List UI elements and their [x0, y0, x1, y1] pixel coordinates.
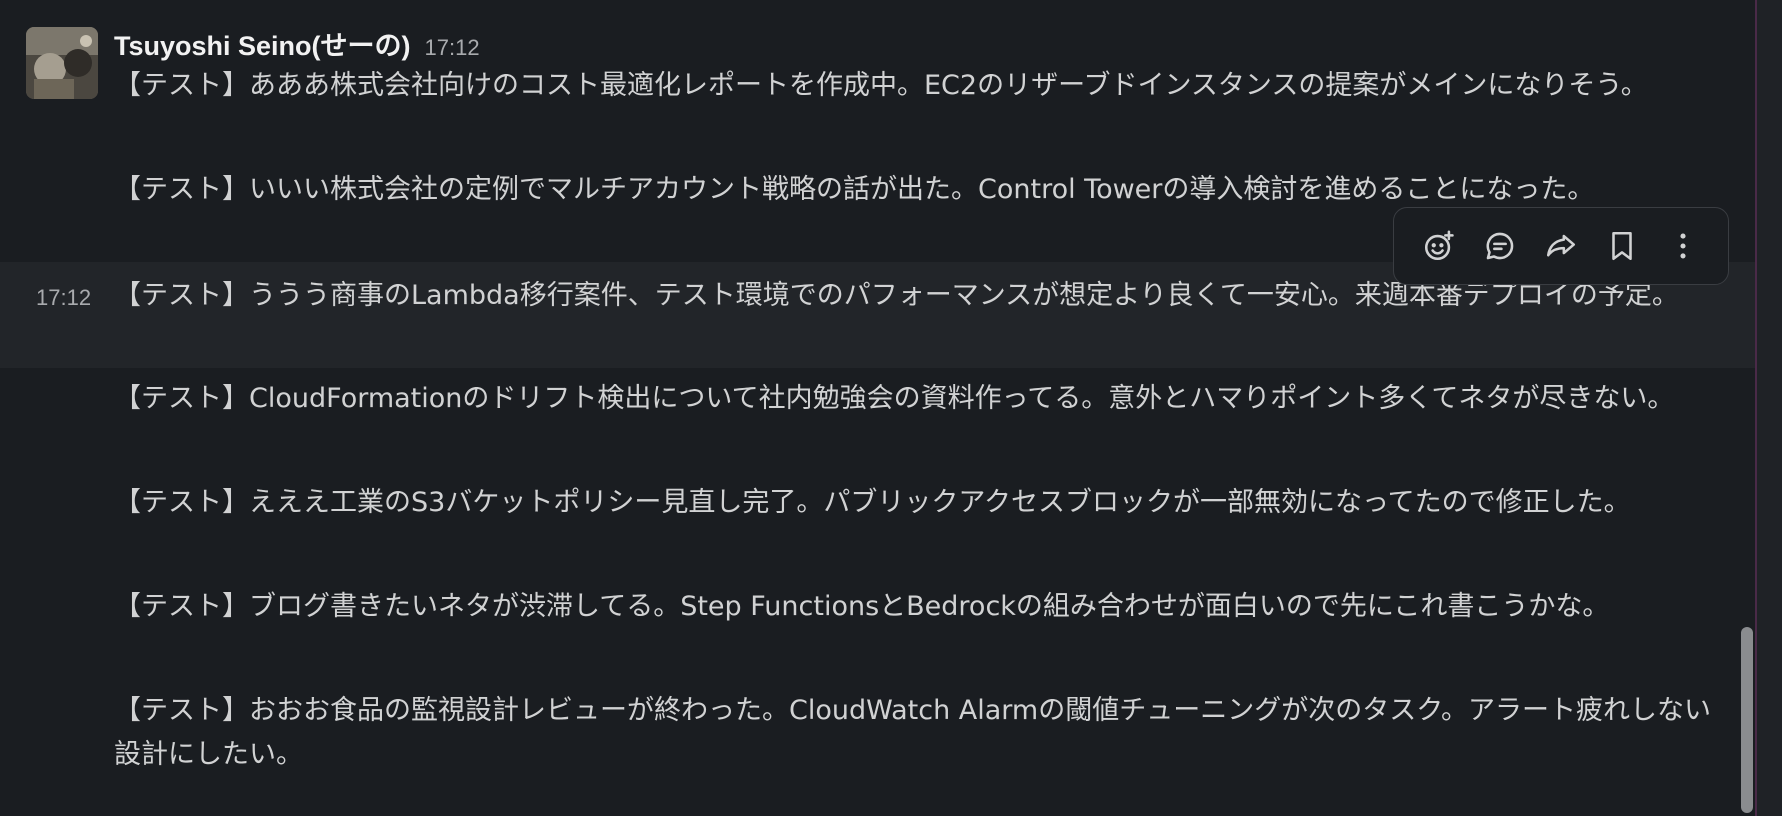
more-actions-button[interactable] [1657, 220, 1709, 272]
forward-button[interactable] [1535, 220, 1587, 272]
message-row[interactable]: 【テスト】えええ工業のS3バケットポリシー見直し完了。パブリックアクセスブロック… [0, 481, 1755, 569]
more-actions-icon [1680, 233, 1686, 259]
save-bookmark-button[interactable] [1596, 220, 1648, 272]
message-text: 【テスト】おおお食品の監視設計レビューが終わった。CloudWatch Alar… [114, 695, 1712, 770]
add-reaction-button[interactable] [1413, 220, 1465, 272]
sender-name[interactable]: Tsuyoshi Seino(せーの) [114, 24, 411, 63]
message-pane: 17:12 【テスト】ううう商事のLambda移行案件、テスト環境でのパフォーマ… [0, 0, 1782, 816]
scrollbar-thumb[interactable] [1741, 627, 1753, 813]
save-bookmark-icon [1612, 231, 1632, 261]
message-timestamp[interactable]: 17:12 [36, 285, 91, 311]
message-text: 【テスト】えええ工業のS3バケットポリシー見直し完了。パブリックアクセスブロック… [114, 487, 1631, 518]
message-row[interactable]: 【テスト】おおお食品の監視設計レビューが終わった。CloudWatch Alar… [0, 689, 1755, 777]
adjacent-panel-edge [1755, 0, 1782, 816]
message-text: 【テスト】あああ株式会社向けのコスト最適化レポートを作成中。EC2のリザーブドイ… [114, 70, 1648, 101]
message-feed: 17:12 【テスト】ううう商事のLambda移行案件、テスト環境でのパフォーマ… [0, 0, 1755, 816]
reply-in-thread-button[interactable] [1474, 220, 1526, 272]
add-reaction-icon [1424, 230, 1454, 261]
message-row[interactable]: 【テスト】CloudFormationのドリフト検出について社内勉強会の資料作っ… [0, 377, 1755, 465]
forward-icon [1546, 234, 1575, 257]
message-actions-toolbar [1393, 207, 1729, 285]
message-header: Tsuyoshi Seino(せーの) 17:12 [114, 24, 480, 64]
message-text: 【テスト】CloudFormationのドリフト検出について社内勉強会の資料作っ… [114, 383, 1675, 414]
message-text: 【テスト】ブログ書きたいネタが渋滞してる。Step FunctionsとBedr… [114, 591, 1610, 622]
reply-in-thread-icon [1486, 232, 1514, 260]
message-timestamp[interactable]: 17:12 [425, 35, 480, 61]
message-row[interactable]: 【テスト】ブログ書きたいネタが渋滞してる。Step FunctionsとBedr… [0, 585, 1755, 673]
message-text: 【テスト】いいい株式会社の定例でマルチアカウント戦略の話が出た。Control … [114, 174, 1595, 205]
message-row[interactable]: 【テスト】あああ株式会社向けのコスト最適化レポートを作成中。EC2のリザーブドイ… [0, 64, 1755, 152]
